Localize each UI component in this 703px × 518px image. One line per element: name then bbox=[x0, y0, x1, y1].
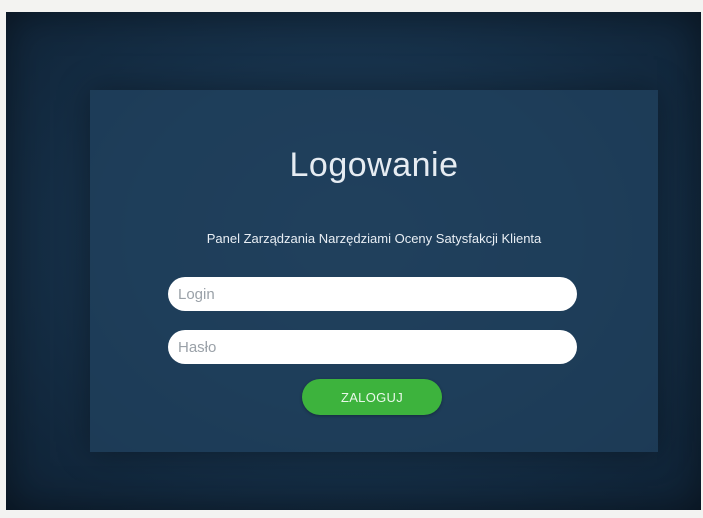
password-input[interactable] bbox=[168, 330, 577, 364]
login-panel: Logowanie Panel Zarządzania Narzędziami … bbox=[90, 90, 658, 452]
login-button[interactable]: ZALOGUJ bbox=[302, 379, 442, 415]
page-title: Logowanie bbox=[289, 146, 459, 184]
page-background: Logowanie Panel Zarządzania Narzędziami … bbox=[6, 12, 701, 510]
page-subtitle: Panel Zarządzania Narzędziami Oceny Saty… bbox=[206, 231, 542, 246]
login-input[interactable] bbox=[168, 277, 577, 311]
